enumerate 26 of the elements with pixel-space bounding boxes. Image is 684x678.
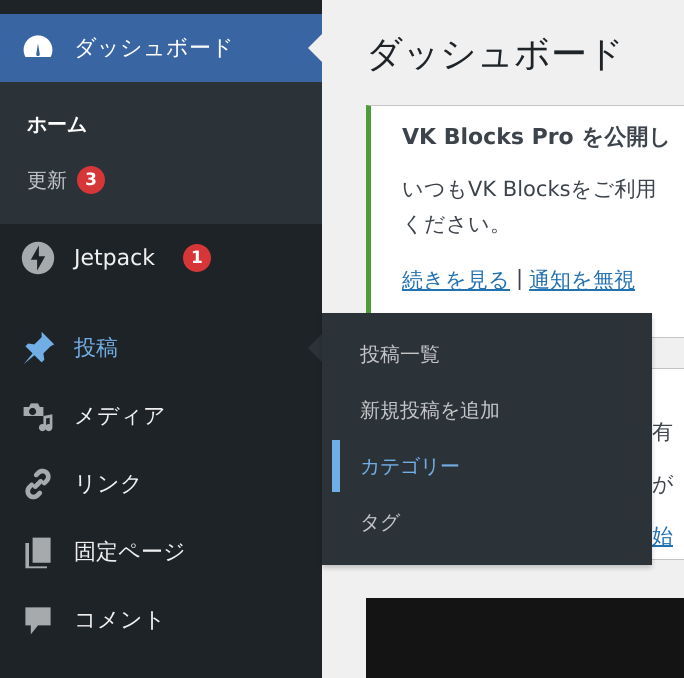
selection-bar xyxy=(332,440,340,492)
bolt-icon xyxy=(20,240,56,276)
sidebar-menu-item[interactable]: メディア xyxy=(0,382,322,450)
count-badge: 3 xyxy=(77,166,105,194)
widget-text: が xyxy=(652,471,675,498)
notice-title: VK Blocks Pro を公開し xyxy=(402,124,672,152)
sidebar-menu-item[interactable]: コメント xyxy=(0,586,322,654)
submenu-item[interactable]: カテゴリー xyxy=(322,438,652,494)
notice-link[interactable]: 通知を無視 xyxy=(529,266,636,294)
notice-text: いつもVK Blocksをご利用 ください。 xyxy=(402,176,658,238)
widget-text: 有 xyxy=(652,419,674,446)
submenu-item[interactable]: 新規投稿を追加 xyxy=(322,382,652,438)
submenu-item[interactable]: 更新 3 xyxy=(0,152,322,208)
widget-link[interactable]: 始 xyxy=(652,521,673,551)
menu-pointer xyxy=(308,34,322,62)
notice-link[interactable]: 続きを見る xyxy=(402,266,510,294)
sidebar-menu-item[interactable]: ダッシュボード xyxy=(0,14,322,82)
submenu-item[interactable]: ホーム xyxy=(0,96,322,152)
sidebar-menu-item[interactable]: 固定ページ xyxy=(0,518,322,586)
link-separator: | xyxy=(516,266,524,292)
sidebar-menu-item[interactable]: リンク xyxy=(0,450,322,518)
submenu-item[interactable]: タグ xyxy=(322,494,652,550)
sidebar-menu-item[interactable]: Jetpack 1 xyxy=(0,224,322,292)
count-badge: 1 xyxy=(182,244,211,272)
submenu-item[interactable]: 投稿一覧 xyxy=(322,326,652,382)
page-title: ダッシュボード xyxy=(366,33,625,77)
